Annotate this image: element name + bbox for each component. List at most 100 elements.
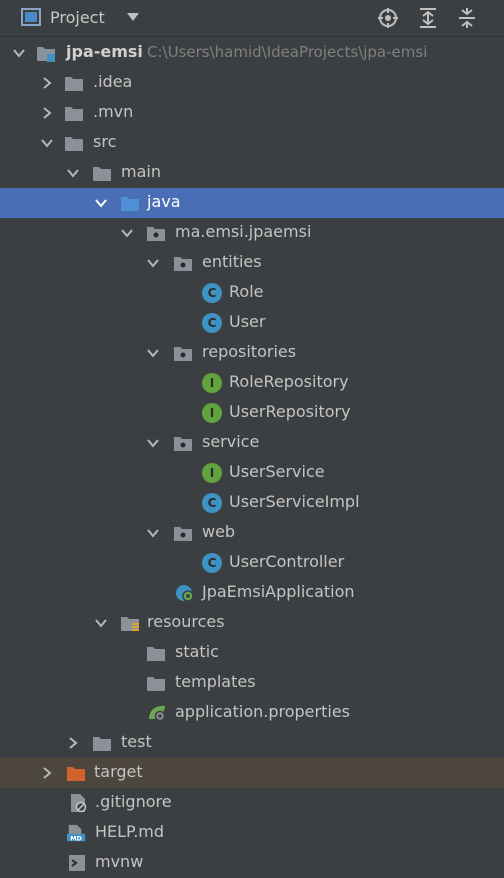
chevron-down-icon[interactable] <box>94 196 108 210</box>
interface-icon: I <box>202 463 222 483</box>
project-window-icon <box>21 8 41 26</box>
project-toolbar: Project <box>0 0 504 37</box>
repositories-label: repositories <box>202 342 297 361</box>
folder-icon <box>147 647 165 661</box>
root-label: jpa-emsi <box>66 42 143 61</box>
chevron-down-icon[interactable] <box>40 136 54 150</box>
markdown-badge-text: MD <box>70 835 82 842</box>
spring-boot-app-icon <box>176 585 194 602</box>
interface-icon: I <box>202 373 222 393</box>
chevron-down-icon[interactable] <box>126 12 140 22</box>
static-label: static <box>175 642 219 661</box>
chevron-right-icon[interactable] <box>40 76 54 90</box>
tree-item-role[interactable]: C Role <box>0 278 504 308</box>
user-controller-label: UserController <box>229 552 345 571</box>
expand-all-icon[interactable] <box>417 7 439 29</box>
tree-item-mvn[interactable]: .mvn <box>0 98 504 128</box>
class-icon: C <box>202 553 222 573</box>
tree-item-application[interactable]: JpaEmsiApplication <box>0 578 504 608</box>
web-label: web <box>202 522 236 541</box>
root-path: C:\Users\hamid\IdeaProjects\jpa-emsi <box>147 43 428 61</box>
user-service-label: UserService <box>229 462 325 481</box>
tree-item-application-properties[interactable]: application.properties <box>0 698 504 728</box>
application-label: JpaEmsiApplication <box>202 582 355 601</box>
folder-icon <box>65 107 83 121</box>
chevron-right-icon[interactable] <box>66 736 80 750</box>
src-label: src <box>93 132 117 151</box>
package-icon <box>174 437 192 451</box>
resources-label: resources <box>147 612 225 631</box>
folder-icon <box>93 737 111 751</box>
chevron-down-icon[interactable] <box>146 346 160 360</box>
class-icon: C <box>202 283 222 303</box>
tree-item-user-service-impl[interactable]: C UserServiceImpl <box>0 488 504 518</box>
package-icon <box>147 227 165 241</box>
service-label: service <box>202 432 260 451</box>
tree-item-entities[interactable]: entities <box>0 248 504 278</box>
tree-item-package[interactable]: ma.emsi.jpaemsi <box>0 218 504 248</box>
chevron-right-icon[interactable] <box>40 106 54 120</box>
chevron-down-icon[interactable] <box>120 226 134 240</box>
tree-item-resources[interactable]: resources <box>0 608 504 638</box>
tree-item-src[interactable]: src <box>0 128 504 158</box>
locate-icon[interactable] <box>377 7 399 29</box>
spring-properties-icon <box>149 705 166 722</box>
shell-script-icon <box>69 855 85 871</box>
excluded-folder-icon <box>67 767 85 781</box>
tree-item-role-repository[interactable]: I RoleRepository <box>0 368 504 398</box>
package-icon <box>174 257 192 271</box>
tree-item-main[interactable]: main <box>0 158 504 188</box>
role-label: Role <box>229 282 264 301</box>
class-icon: C <box>202 493 222 513</box>
tree-item-idea[interactable]: .idea <box>0 68 504 98</box>
role-repository-label: RoleRepository <box>229 372 349 391</box>
package-icon <box>174 527 192 541</box>
tree-item-templates[interactable]: templates <box>0 668 504 698</box>
templates-label: templates <box>175 672 256 691</box>
tree-item-user[interactable]: C User <box>0 308 504 338</box>
main-label: main <box>121 162 161 181</box>
user-service-impl-label: UserServiceImpl <box>229 492 360 511</box>
chevron-down-icon[interactable] <box>94 616 108 630</box>
mvnw-label: mvnw <box>95 852 144 871</box>
package-icon <box>174 347 192 361</box>
tree-item-user-service[interactable]: I UserService <box>0 458 504 488</box>
help-label: HELP.md <box>95 822 165 841</box>
tree-item-user-controller[interactable]: C UserController <box>0 548 504 578</box>
source-folder-icon <box>121 197 139 211</box>
tree-item-root[interactable]: jpa-emsi C:\Users\hamid\IdeaProjects\jpa… <box>0 38 504 68</box>
tree-item-mvnw[interactable]: mvnw <box>0 848 504 878</box>
user-repository-label: UserRepository <box>229 402 351 421</box>
tree-item-java[interactable]: java <box>0 188 504 218</box>
folder-icon <box>147 677 165 691</box>
gitignore-label: .gitignore <box>95 792 172 811</box>
chevron-down-icon[interactable] <box>12 46 26 60</box>
folder-icon <box>93 167 111 181</box>
chevron-down-icon[interactable] <box>146 436 160 450</box>
chevron-right-icon[interactable] <box>40 766 54 780</box>
class-icon: C <box>202 313 222 333</box>
tree-item-static[interactable]: static <box>0 638 504 668</box>
markdown-icon: MD <box>66 824 86 842</box>
idea-label: .idea <box>93 72 133 91</box>
tree-item-target[interactable]: target <box>0 758 504 788</box>
chevron-down-icon[interactable] <box>146 526 160 540</box>
target-label: target <box>94 762 143 781</box>
tree-item-repositories[interactable]: repositories <box>0 338 504 368</box>
folder-icon <box>65 137 83 151</box>
chevron-down-icon[interactable] <box>66 166 80 180</box>
mvn-label: .mvn <box>93 102 134 121</box>
tree-item-web[interactable]: web <box>0 518 504 548</box>
tree-item-user-repository[interactable]: I UserRepository <box>0 398 504 428</box>
project-title[interactable]: Project <box>50 8 105 27</box>
tree-item-gitignore[interactable]: .gitignore <box>0 788 504 818</box>
folder-icon <box>65 77 83 91</box>
ignore-file-icon <box>71 794 87 813</box>
chevron-down-icon[interactable] <box>146 256 160 270</box>
resources-folder-icon <box>121 617 139 631</box>
tree-item-help[interactable]: MD HELP.md <box>0 818 504 848</box>
tree-item-test[interactable]: test <box>0 728 504 758</box>
test-label: test <box>121 732 152 751</box>
tree-item-service[interactable]: service <box>0 428 504 458</box>
collapse-all-icon[interactable] <box>456 7 478 29</box>
